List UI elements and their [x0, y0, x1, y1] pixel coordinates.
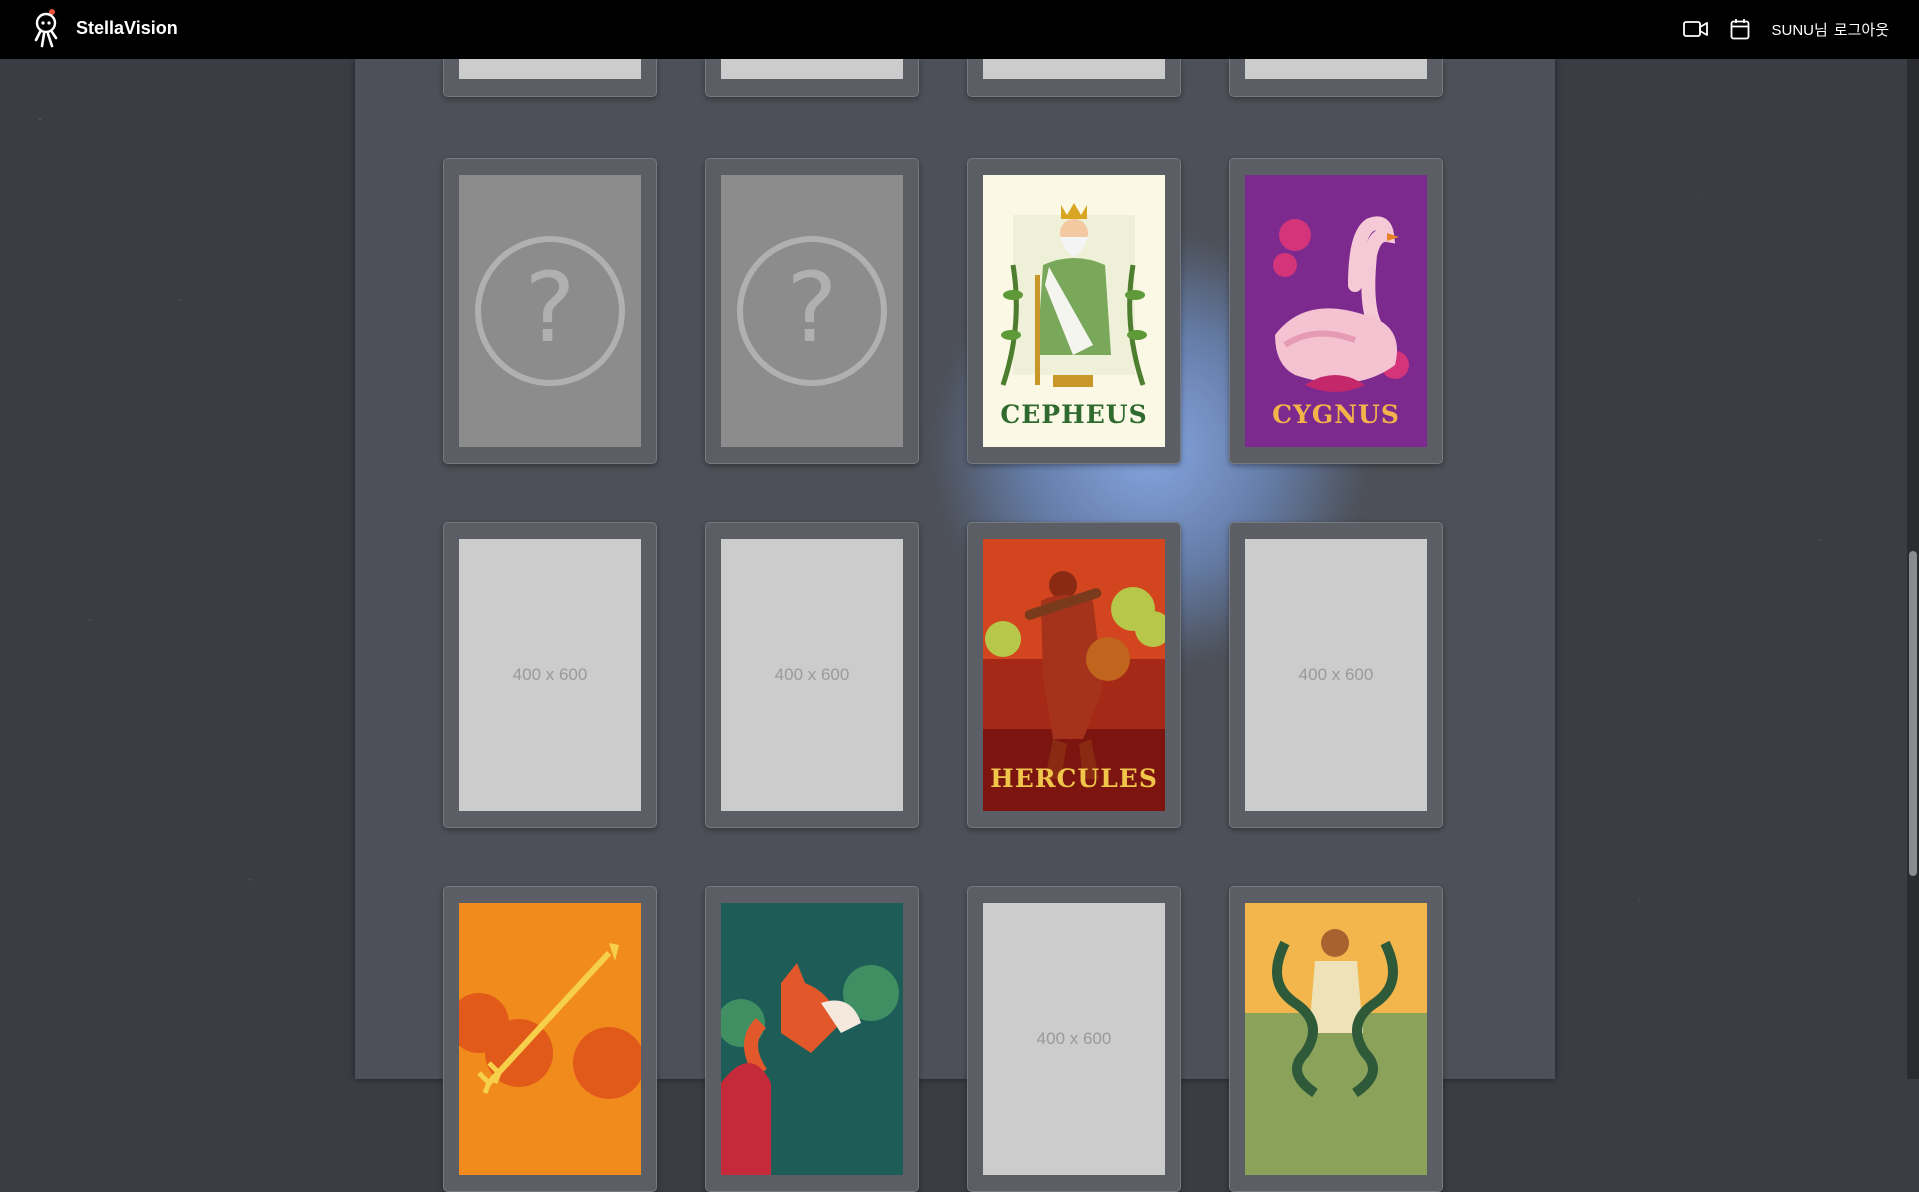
card-placeholder-image [721, 59, 903, 79]
video-camera-icon[interactable] [1683, 18, 1709, 40]
unknown-glyph: ? [525, 252, 576, 364]
fox-illustration [721, 903, 903, 1175]
question-mark-icon: ? [475, 236, 625, 386]
constellation-card-placeholder[interactable]: 400 x 600 [1229, 522, 1443, 828]
constellation-card-ophiuchus[interactable] [1229, 886, 1443, 1192]
calendar-icon[interactable] [1727, 18, 1753, 40]
astronaut-logo-icon[interactable] [30, 8, 64, 50]
user-greeting: SUNU님 [1771, 21, 1828, 39]
question-mark-icon: ? [737, 236, 887, 386]
constellation-card-locked[interactable]: ? [705, 158, 919, 464]
scrollbar-thumb[interactable] [1909, 551, 1917, 876]
serpent-bearer-illustration [1245, 903, 1427, 1175]
arrow-illustration [459, 903, 641, 1175]
constellation-card-cepheus[interactable]: CEPHEUS [967, 158, 1181, 464]
card-placeholder-image [983, 59, 1165, 79]
constellation-card-locked[interactable]: ? [443, 158, 657, 464]
constellation-card-placeholder[interactable]: 400 x 600 [967, 886, 1181, 1192]
card-placeholder-image: 400 x 600 [721, 539, 903, 811]
constellation-card[interactable] [705, 59, 919, 97]
constellation-card-cygnus[interactable]: CYGNUS [1229, 158, 1443, 464]
header-actions: SUNU님 로그아웃 [1683, 18, 1889, 40]
hercules-illustration: HERCULES [983, 539, 1165, 811]
placeholder-size-label: 400 x 600 [1036, 1029, 1112, 1048]
top-navigation-bar: StellaVision SUNU님 로그아웃 [0, 0, 1919, 59]
brand-name[interactable]: StellaVision [76, 18, 178, 39]
card-locked-face: ? [721, 175, 903, 447]
logout-button[interactable]: 로그아웃 [1834, 19, 1889, 40]
constellation-card-placeholder[interactable]: 400 x 600 [705, 522, 919, 828]
card-placeholder-image [1245, 59, 1427, 79]
card-title: HERCULES [990, 764, 1158, 793]
constellation-card-vulpecula[interactable] [705, 886, 919, 1192]
placeholder-size-label: 400 x 600 [1298, 665, 1374, 684]
cygnus-illustration: CYGNUS [1245, 175, 1427, 447]
card-placeholder-image: 400 x 600 [459, 539, 641, 811]
constellation-card[interactable] [443, 59, 657, 97]
constellation-card[interactable] [1229, 59, 1443, 97]
card-title: CYGNUS [1272, 400, 1400, 429]
card-title: CEPHEUS [1000, 400, 1148, 429]
constellation-card[interactable] [967, 59, 1181, 97]
constellation-card-placeholder[interactable]: 400 x 600 [443, 522, 657, 828]
card-placeholder-image: 400 x 600 [1245, 539, 1427, 811]
card-placeholder-image [459, 59, 641, 79]
cepheus-illustration: CEPHEUS [983, 175, 1165, 447]
placeholder-size-label: 400 x 600 [512, 665, 588, 684]
page-scrollbar[interactable] [1907, 59, 1919, 1079]
unknown-glyph: ? [787, 252, 838, 364]
constellation-card-hercules[interactable]: HERCULES [967, 522, 1181, 828]
card-placeholder-image: 400 x 600 [983, 903, 1165, 1175]
card-locked-face: ? [459, 175, 641, 447]
placeholder-size-label: 400 x 600 [774, 665, 850, 684]
constellation-card-sagitta[interactable] [443, 886, 657, 1192]
